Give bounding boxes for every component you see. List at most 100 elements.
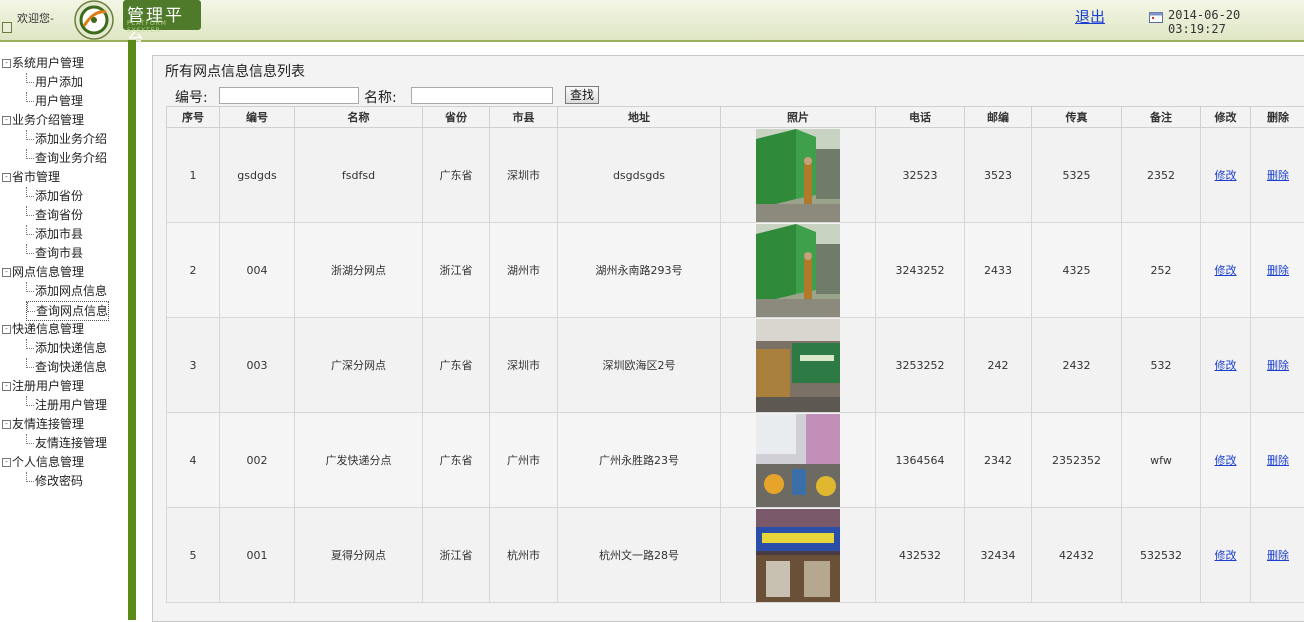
collapse-toggle-icon[interactable]: -	[2, 420, 11, 429]
delete-link[interactable]: 删除	[1267, 454, 1289, 467]
sidebar-item-label: 添加快递信息	[35, 341, 107, 355]
cell-address: 湖州永南路293号	[558, 223, 721, 318]
cell-name: 浙湖分网点	[295, 223, 423, 318]
table-row: 2004浙湖分网点浙江省湖州市湖州永南路293号3243252243343252…	[167, 223, 1304, 318]
cell-seq: 1	[167, 128, 220, 223]
collapse-toggle-icon[interactable]: -	[2, 325, 11, 334]
search-button[interactable]: 查找	[565, 86, 599, 104]
sidebar-item[interactable]: 查询市县	[26, 244, 83, 262]
delete-link[interactable]: 删除	[1267, 264, 1289, 277]
sidebar-group[interactable]: -省市管理	[2, 168, 60, 186]
cell-code: gsdgds	[220, 128, 295, 223]
edit-link[interactable]: 修改	[1215, 359, 1237, 372]
cell-city: 深圳市	[490, 128, 558, 223]
edit-cell: 修改	[1201, 223, 1251, 318]
sidebar-item[interactable]: 注册用户管理	[26, 396, 107, 414]
code-search-input[interactable]	[219, 87, 359, 104]
outlet-photo	[756, 224, 840, 317]
tree-branch-line	[27, 302, 35, 312]
delete-cell: 删除	[1251, 128, 1304, 223]
cell-seq: 2	[167, 223, 220, 318]
column-header: 删除	[1251, 107, 1304, 128]
sidebar-group[interactable]: -个人信息管理	[2, 453, 84, 471]
cell-name: fsdfsd	[295, 128, 423, 223]
cell-name: 夏得分网点	[295, 508, 423, 603]
sidebar-item[interactable]: 添加省份	[26, 187, 83, 205]
collapse-toggle-icon[interactable]: -	[2, 59, 11, 68]
cell-code: 004	[220, 223, 295, 318]
cell-city: 广州市	[490, 413, 558, 508]
sidebar-item[interactable]: 添加网点信息	[26, 282, 107, 300]
sidebar-item-label: 查询快递信息	[35, 360, 107, 374]
cell-code: 003	[220, 318, 295, 413]
logout-link[interactable]: 退出	[1075, 6, 1105, 27]
name-label: 名称:	[364, 87, 397, 107]
sidebar-group[interactable]: -业务介绍管理	[2, 111, 84, 129]
edit-cell: 修改	[1201, 508, 1251, 603]
sidebar-item[interactable]: 修改密码	[26, 472, 83, 490]
collapse-toggle-icon[interactable]: -	[2, 268, 11, 277]
tree-branch-line	[26, 130, 34, 140]
column-header: 编号	[220, 107, 295, 128]
cell-fax: 42432	[1032, 508, 1122, 603]
sidebar-item[interactable]: 添加快递信息	[26, 339, 107, 357]
sidebar-item[interactable]: 查询省份	[26, 206, 83, 224]
sidebar-item[interactable]: 添加业务介绍	[26, 130, 107, 148]
sidebar-group[interactable]: -系统用户管理	[2, 54, 84, 72]
tree-branch-line	[26, 92, 34, 102]
cell-zip: 2433	[965, 223, 1032, 318]
sidebar-group[interactable]: -网点信息管理	[2, 263, 84, 281]
edit-link[interactable]: 修改	[1215, 264, 1237, 277]
column-header: 地址	[558, 107, 721, 128]
sidebar-item-label: 查询网点信息	[36, 304, 108, 318]
tree-branch-line	[26, 187, 34, 197]
edit-link[interactable]: 修改	[1215, 454, 1237, 467]
cell-fax: 2352352	[1032, 413, 1122, 508]
page-title: 所有网点信息信息列表	[165, 61, 305, 81]
cell-phone: 432532	[876, 508, 965, 603]
delete-link[interactable]: 删除	[1267, 549, 1289, 562]
outlet-photo	[756, 414, 840, 507]
sidebar-item-label: 添加业务介绍	[35, 132, 107, 146]
collapse-toggle-icon[interactable]: -	[2, 116, 11, 125]
column-header: 传真	[1032, 107, 1122, 128]
sidebar-group[interactable]: -注册用户管理	[2, 377, 84, 395]
tree-branch-line	[26, 225, 34, 235]
cell-zip: 32434	[965, 508, 1032, 603]
sidebar-item[interactable]: 查询业务介绍	[26, 149, 107, 167]
edit-link[interactable]: 修改	[1215, 169, 1237, 182]
sidebar-item[interactable]: 查询网点信息	[26, 301, 109, 321]
tree-branch-line	[26, 282, 34, 292]
cell-province: 浙江省	[423, 223, 490, 318]
collapse-toggle-icon[interactable]: -	[2, 458, 11, 467]
delete-link[interactable]: 删除	[1267, 359, 1289, 372]
delete-link[interactable]: 删除	[1267, 169, 1289, 182]
sidebar-item[interactable]: 添加市县	[26, 225, 83, 243]
sidebar-group-label: 友情连接管理	[12, 417, 84, 431]
sidebar-item-label: 友情连接管理	[35, 436, 107, 450]
sidebar-item-label: 用户添加	[35, 75, 83, 89]
sidebar-group-label: 网点信息管理	[12, 265, 84, 279]
collapse-toggle-icon[interactable]: -	[2, 382, 11, 391]
sidebar-item[interactable]: 用户管理	[26, 92, 83, 110]
name-search-input[interactable]	[411, 87, 553, 104]
current-datetime: 2014-06-20 03:19:27	[1168, 8, 1304, 36]
cell-address: 杭州文一路28号	[558, 508, 721, 603]
cell-name: 广发快递分点	[295, 413, 423, 508]
content-panel: 所有网点信息信息列表 编号: 名称: 查找 序号编号名称省份市县地址照片电话邮编…	[152, 55, 1304, 622]
outlet-table: 序号编号名称省份市县地址照片电话邮编传真备注修改删除 1gsdgdsfsdfsd…	[166, 106, 1304, 603]
sidebar-group[interactable]: -友情连接管理	[2, 415, 84, 433]
cell-fax: 4325	[1032, 223, 1122, 318]
home-icon[interactable]	[2, 22, 12, 33]
sidebar-item[interactable]: 友情连接管理	[26, 434, 107, 452]
sidebar-divider[interactable]	[128, 40, 136, 620]
column-header: 名称	[295, 107, 423, 128]
column-header: 备注	[1122, 107, 1201, 128]
cell-phone: 3253252	[876, 318, 965, 413]
collapse-toggle-icon[interactable]: -	[2, 173, 11, 182]
sidebar-item[interactable]: 用户添加	[26, 73, 83, 91]
cell-note: 532	[1122, 318, 1201, 413]
sidebar-group[interactable]: -快递信息管理	[2, 320, 84, 338]
edit-link[interactable]: 修改	[1215, 549, 1237, 562]
sidebar-item[interactable]: 查询快递信息	[26, 358, 107, 376]
